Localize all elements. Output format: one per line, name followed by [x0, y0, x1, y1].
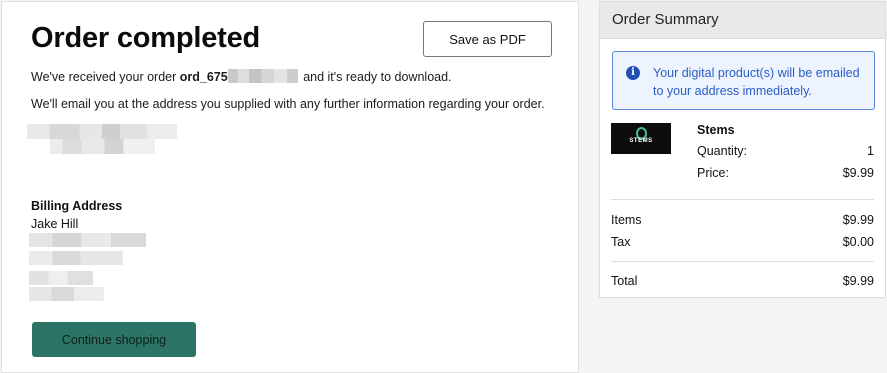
redacted-billing-address — [29, 233, 146, 303]
received-prefix: We've received your order — [31, 70, 177, 84]
tax-value: $0.00 — [842, 235, 874, 249]
thumbnail-text: STEMS — [629, 138, 653, 144]
email-notice: We'll email you at the address you suppl… — [31, 97, 545, 111]
billing-name: Jake Hill — [31, 217, 79, 231]
items-label: Items — [611, 213, 642, 227]
quantity-row: Quantity: 1 — [697, 144, 874, 158]
tax-label: Tax — [611, 235, 631, 249]
redacted-email — [27, 124, 177, 154]
redacted-order-id — [227, 69, 298, 83]
save-as-pdf-button[interactable]: Save as PDF — [423, 21, 552, 57]
order-id: ord_675 — [179, 70, 228, 84]
info-alert: i Your digital product(s) will be emaile… — [612, 51, 875, 110]
order-confirmation-panel: Order completed Save as PDF We've receiv… — [1, 1, 579, 373]
info-message: Your digital product(s) will be emailed … — [653, 66, 860, 98]
billing-address-heading: Billing Address — [31, 199, 123, 213]
price-label: Price: — [697, 166, 729, 180]
product-name: Stems — [697, 123, 735, 137]
order-received-text: We've received your order ord_675 and it… — [31, 69, 452, 84]
divider — [611, 261, 874, 262]
quantity-label: Quantity: — [697, 144, 748, 158]
tax-row: Tax $0.00 — [611, 235, 874, 249]
order-summary-title: Order Summary — [600, 2, 885, 39]
info-icon: i — [626, 66, 640, 80]
quantity-value: 1 — [867, 144, 874, 158]
total-row: Total $9.99 — [611, 274, 874, 288]
items-value: $9.99 — [842, 213, 874, 227]
continue-shopping-button[interactable]: Continue shopping — [32, 322, 196, 357]
order-summary-panel: Order Summary i Your digital product(s) … — [599, 1, 886, 298]
price-row: Price: $9.99 — [697, 166, 874, 180]
divider — [611, 199, 874, 200]
page-title: Order completed — [31, 22, 261, 54]
price-value: $9.99 — [842, 166, 874, 180]
total-value: $9.99 — [842, 274, 874, 288]
product-thumbnail: STEMS — [611, 123, 671, 154]
items-row: Items $9.99 — [611, 213, 874, 227]
received-suffix: and it's ready to download. — [303, 70, 452, 84]
total-label: Total — [611, 274, 638, 288]
